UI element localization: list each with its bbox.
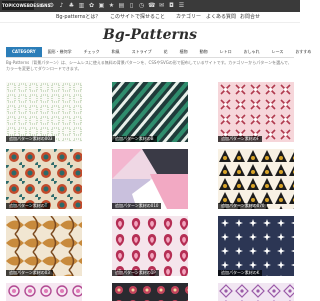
pattern-caption: 追加パターン素材のT [6,203,51,209]
pattern-swatch [6,149,82,209]
pattern-caption: 追加パターン素材のB [112,136,157,142]
category-lace[interactable]: レース [266,47,290,57]
pattern-caption: 追加パターン素材のF [218,136,263,142]
pattern-swatch [6,82,82,142]
bag-icon[interactable]: ◘ [168,2,175,9]
subnav-categories[interactable]: カテゴリー [176,13,201,21]
pattern-tile[interactable] [112,283,188,301]
subnav-about[interactable]: Bg-patternsとは？ [56,13,100,21]
category-japanese[interactable]: 和風 [106,47,126,57]
pattern-swatch [6,283,82,301]
site-logo[interactable]: Bg-Patterns [96,27,204,43]
pattern-swatch [112,82,188,142]
pattern-tile[interactable]: 追加パターン素材の1P [112,216,188,276]
tree-icon[interactable]: ♣ [68,2,75,9]
category-animal[interactable]: 動物 [194,47,214,57]
category-stylish[interactable]: おしゃれ [238,47,266,57]
gear-icon[interactable]: ⚙ [48,2,55,9]
pattern-tile[interactable]: 追加パターン素材のF [218,82,294,142]
category-geometric[interactable]: 図形・幾何学 [42,47,78,57]
chart-icon[interactable]: ▥ [78,2,85,9]
category-flower[interactable]: 花 [158,47,174,57]
category-recommended[interactable]: おすすめ [289,47,317,57]
top-icon-bar: ⌂ ⚙ ♪ ♣ ▥ ✿ ▣ ★ ▤ ▯ ◷ ☎ ✉ ◘ ☰ [38,2,185,10]
home-icon[interactable]: ⌂ [38,2,45,9]
mail-icon[interactable]: ✉ [158,2,165,9]
category-nav: CATEGORY 図形・幾何学 チェック 和風 ストライプ 花 植物 動物 レト… [6,47,311,58]
music-icon[interactable]: ♪ [58,2,65,9]
pattern-swatch [112,283,188,301]
pattern-caption: 追加パターン素材の003 [6,136,56,142]
gear-icon[interactable]: ✿ [88,2,95,9]
pattern-tile[interactable]: 追加パターン素材のB [112,82,188,142]
pattern-swatch [218,149,294,209]
category-plant[interactable]: 植物 [174,47,194,57]
pattern-swatch [112,149,188,209]
pattern-swatch [218,216,294,276]
top-bar: TOPICOWEBDESIGNS ⌂ ⚙ ♪ ♣ ▥ ✿ ▣ ★ ▤ ▯ ◷ ☎… [0,0,300,12]
brand-logo[interactable]: TOPICOWEBDESIGNS [2,1,51,10]
pattern-caption: 追加パターン素材の03 [6,270,53,276]
category-retro[interactable]: レトロ [214,47,238,57]
image-icon[interactable]: ▣ [98,2,105,9]
book-icon[interactable]: ▤ [118,2,125,9]
site-description: Bg-Patterns（背景パターン）は、シームレスに使える無料の背景パターンを… [6,60,292,71]
pattern-swatch [218,283,294,301]
phone-icon[interactable]: ☎ [148,2,155,9]
pattern-caption: 追加パターン素材の010 [112,203,162,209]
category-stripe[interactable]: ストライプ [126,47,158,57]
subnav-faq[interactable]: よくある質問 [206,13,236,21]
menu-icon[interactable]: ☰ [178,2,185,9]
pattern-tile[interactable]: 追加パターン素材のT [6,149,82,209]
pattern-tile[interactable]: 追加パターン素材のK [218,216,294,276]
pattern-swatch [6,216,82,276]
category-check[interactable]: チェック [78,47,106,57]
category-header: CATEGORY [6,47,42,57]
pattern-swatch [218,82,294,142]
clock-icon[interactable]: ◷ [138,2,145,9]
pattern-tile[interactable]: 追加パターン素材の03 [6,216,82,276]
document-icon[interactable]: ▯ [128,2,135,9]
pattern-swatch [112,216,188,276]
pattern-caption: 追加パターン素材の1P [112,270,159,276]
pattern-tile[interactable]: 追加パターン素材の070 [218,149,294,209]
pattern-tile[interactable] [6,283,82,301]
subnav-features[interactable]: このサイトで探せること [110,13,165,21]
sub-navigation: Bg-patternsとは？ このサイトで探せること カテゴリー よくある質問 … [0,12,300,23]
pattern-caption: 追加パターン素材のK [218,270,263,276]
pattern-tile[interactable] [218,283,294,301]
subnav-contact[interactable]: お問合せ [240,13,260,21]
pattern-tile[interactable]: 追加パターン素材の010 [112,149,188,209]
star-icon[interactable]: ★ [108,2,115,9]
pattern-caption: 追加パターン素材の070 [218,203,268,209]
pattern-tile[interactable]: 追加パターン素材の003 [6,82,82,142]
